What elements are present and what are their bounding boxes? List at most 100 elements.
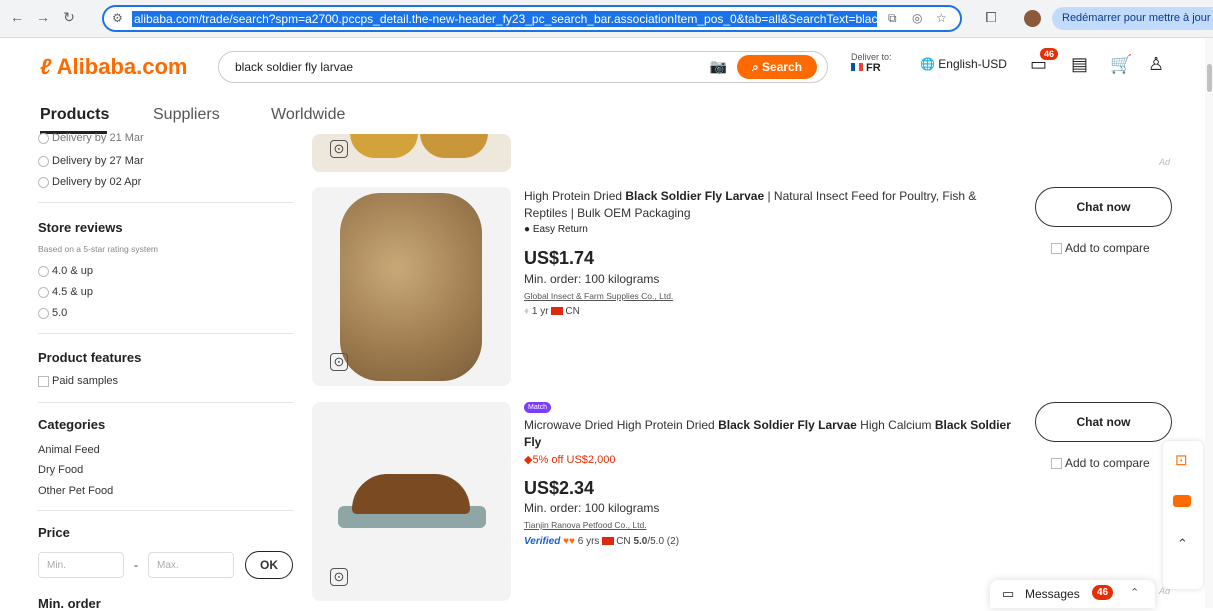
deliver-to[interactable]: Deliver to: FR — [851, 52, 892, 74]
paid-samples-checkbox[interactable]: Paid samples — [38, 375, 118, 387]
visual-search-icon[interactable]: ⊙ — [330, 140, 348, 158]
title-highlight: Black Soldier Fly Larvae — [718, 418, 857, 432]
tag-label: Easy Return — [532, 224, 588, 235]
larvae-bag-image — [340, 193, 482, 381]
site-header: ℓ Alibaba.com black soldier fly larvae 📷… — [0, 38, 1205, 134]
site-info-icon[interactable]: ⚙ — [112, 11, 123, 25]
filter-sidebar: Delivery by 21 Mar Delivery by 27 Mar De… — [38, 132, 293, 611]
restart-update-button[interactable]: Redémarrer pour mettre à jour ⋮ — [1052, 7, 1213, 30]
discount-label: 5% off US$2,000 — [532, 454, 616, 466]
product-title[interactable]: High Protein Dried Black Soldier Fly Lar… — [524, 188, 1014, 222]
country-label: CN — [616, 536, 631, 547]
restart-label: Redémarrer pour mettre à jour — [1062, 12, 1211, 24]
category-link[interactable]: Animal Feed — [38, 444, 100, 456]
product-image[interactable]: ⊙ — [312, 402, 511, 601]
reload-icon[interactable]: ↻ — [60, 9, 78, 26]
translate-icon[interactable]: ⧉ — [888, 11, 897, 26]
divider — [38, 510, 293, 511]
price-max-input[interactable]: Max. — [148, 552, 234, 578]
alibaba-logo[interactable]: ℓ Alibaba.com — [40, 54, 187, 80]
divider — [38, 202, 293, 203]
radio-icon — [38, 155, 49, 167]
categories-title: Categories — [38, 417, 106, 432]
product-image-partial[interactable]: ⊙ — [312, 134, 511, 172]
search-input[interactable]: black soldier fly larvae — [235, 60, 353, 74]
address-bar[interactable]: ⚙ alibaba.com/trade/search?spm=a2700.pcc… — [102, 5, 962, 32]
browser-toolbar: ← → ↻ ⚙ alibaba.com/trade/search?spm=a27… — [0, 0, 1213, 38]
add-to-compare[interactable]: Add to compare — [1051, 241, 1150, 255]
product-image[interactable]: ⊙ — [312, 187, 511, 386]
years-label: 6 yrs — [577, 536, 600, 547]
extensions-icon[interactable]: ⧠ — [982, 9, 1000, 26]
delivery-option[interactable]: Delivery by 02 Apr — [38, 176, 141, 188]
category-link[interactable]: Other Pet Food — [38, 485, 113, 497]
easy-return-tag: ● Easy Return — [524, 224, 588, 235]
supplier-link[interactable]: Global Insect & Farm Supplies Co., Ltd. — [524, 291, 673, 301]
flag-cn-icon — [602, 537, 615, 546]
chat-now-button[interactable]: Chat now — [1035, 187, 1172, 227]
radio-icon — [38, 265, 49, 277]
search-box[interactable]: black soldier fly larvae 📷 ⌕ Search — [218, 51, 828, 83]
bookmark-star-icon[interactable]: ☆ — [936, 11, 947, 25]
store-reviews-subtitle: Based on a 5-star rating system — [38, 244, 159, 254]
delivery-option[interactable]: Delivery by 21 Mar — [38, 132, 144, 144]
tab-suppliers[interactable]: Suppliers — [153, 106, 220, 124]
eye-off-icon[interactable]: ◎ — [912, 11, 922, 25]
flag-cn-icon — [551, 307, 564, 316]
rating-option-label: 5.0 — [52, 307, 68, 319]
years-label: 1 yr — [531, 306, 549, 317]
rating-option[interactable]: 4.0 & up — [38, 265, 93, 277]
checkbox-icon — [1051, 243, 1062, 255]
orders-icon[interactable]: ▤ — [1071, 54, 1088, 75]
chat-bubble-icon: ▭ — [1002, 586, 1015, 601]
price-title: Price — [38, 525, 70, 540]
image-search-float-icon[interactable]: ⊡ — [1175, 451, 1188, 469]
add-to-compare[interactable]: Add to compare — [1051, 456, 1150, 470]
url-text[interactable]: alibaba.com/trade/search?spm=a2700.pccps… — [132, 11, 877, 27]
product-title[interactable]: Microwave Dried High Protein Dried Black… — [524, 417, 1014, 451]
forward-icon[interactable]: → — [34, 9, 52, 25]
rfq-icon[interactable] — [1173, 495, 1191, 507]
gold-supplier-icon: ♥♥ — [563, 536, 575, 547]
messages-bar[interactable]: ▭ Messages 46 ⌃ — [990, 580, 1155, 608]
supplier-meta: ♦ 1 yr CN — [524, 306, 580, 317]
checkbox-icon — [38, 375, 49, 387]
chat-now-button[interactable]: Chat now — [1035, 402, 1172, 442]
rating-suffix: /5.0 (2) — [647, 536, 680, 547]
feature-label: Paid samples — [52, 375, 119, 387]
rating-option[interactable]: 5.0 — [38, 307, 67, 319]
price-min-input[interactable]: Min. — [38, 552, 124, 578]
radio-icon — [38, 132, 49, 144]
divider — [38, 402, 293, 403]
category-link[interactable]: Dry Food — [38, 464, 83, 476]
search-button[interactable]: ⌕ Search — [737, 55, 817, 79]
country-label: CN — [565, 306, 580, 317]
delivery-option-label: Delivery by 02 Apr — [52, 176, 142, 188]
supplier-link[interactable]: Tianjin Ranova Petfood Co., Ltd. — [524, 520, 647, 530]
chevron-up-icon[interactable]: ⌃ — [1130, 586, 1139, 599]
visual-search-icon[interactable]: ⊙ — [330, 353, 348, 371]
back-icon[interactable]: ← — [8, 9, 26, 25]
product-price: US$2.34 — [524, 478, 595, 498]
tab-products[interactable]: Products — [40, 106, 109, 124]
delivery-option[interactable]: Delivery by 27 Mar — [38, 155, 144, 167]
price-ok-button[interactable]: OK — [245, 551, 293, 579]
ad-label: Ad — [1159, 157, 1171, 167]
compare-label: Add to compare — [1065, 241, 1150, 255]
deliver-country: FR — [866, 62, 881, 74]
language-selector[interactable]: 🌐 English-USD — [920, 57, 1007, 71]
scroll-top-icon[interactable]: ⌃ — [1177, 536, 1188, 552]
deliver-label: Deliver to: — [851, 52, 892, 62]
title-highlight: Black Soldier Fly Larvae — [625, 189, 765, 203]
image-search-icon[interactable]: 📷 — [710, 58, 727, 75]
tab-worldwide[interactable]: Worldwide — [271, 106, 345, 124]
scrollbar-thumb[interactable] — [1207, 64, 1212, 92]
rating-option[interactable]: 4.5 & up — [38, 286, 93, 298]
page-scrollbar[interactable] — [1205, 38, 1213, 608]
visual-search-icon[interactable]: ⊙ — [330, 568, 348, 586]
title-text: High Calcium — [856, 418, 935, 432]
profile-avatar[interactable] — [1024, 10, 1041, 27]
cart-icon[interactable]: 🛒 — [1110, 54, 1132, 75]
rating-value: 5.0 — [633, 536, 648, 547]
account-icon[interactable]: ♙ — [1148, 54, 1164, 75]
